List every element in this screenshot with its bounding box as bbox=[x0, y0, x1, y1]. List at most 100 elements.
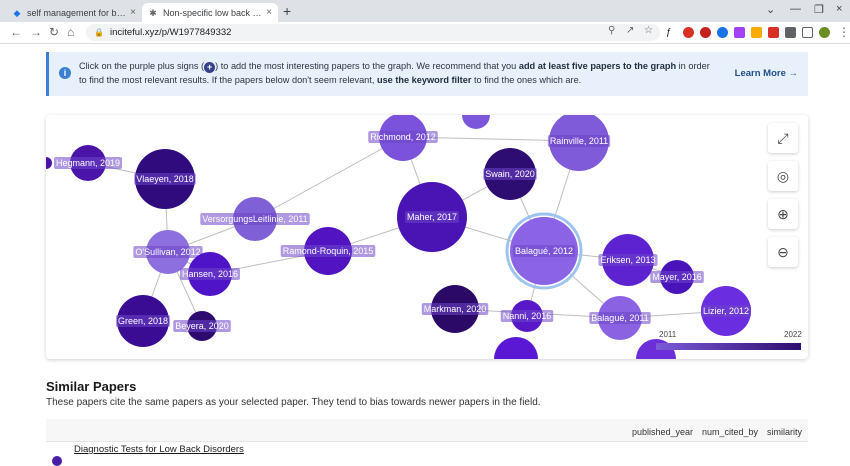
graph-node[interactable]: Vlaeyen, 2018 bbox=[134, 149, 196, 209]
graph-node[interactable] bbox=[46, 157, 52, 169]
graph-node[interactable]: Balagué, 2012 bbox=[505, 212, 583, 290]
banner-bold-text: add at least five papers to the graph bbox=[518, 61, 677, 71]
extensions-puzzle-icon[interactable] bbox=[785, 27, 796, 38]
tab-search-icon[interactable]: ⌄ bbox=[766, 3, 775, 16]
page-viewport: i Click on the purple plus signs (+) to … bbox=[0, 45, 850, 466]
url-text: inciteful.xyz/p/W1977849332 bbox=[109, 27, 232, 38]
graph-node-label: Ramond-Roquin, 2015 bbox=[283, 246, 374, 256]
table-row[interactable]: Diagnostic Tests for Low Back Disorders bbox=[46, 441, 808, 466]
fullscreen-icon[interactable]: ⤢ bbox=[768, 123, 798, 153]
close-tab-icon[interactable]: × bbox=[130, 7, 136, 18]
address-bar[interactable]: 🔒 inciteful.xyz/p/W1977849332 ⚲ ↗ ☆ bbox=[86, 24, 660, 41]
graph-node-label: Eriksen, 2013 bbox=[600, 255, 655, 265]
year-legend-bar bbox=[656, 343, 801, 350]
forward-icon[interactable]: → bbox=[30, 25, 42, 39]
graph-node-label: Green, 2018 bbox=[118, 316, 168, 326]
extension-purple-icon[interactable] bbox=[734, 27, 745, 38]
graph-node-label: Mayer, 2016 bbox=[652, 272, 702, 282]
info-banner: i Click on the purple plus signs (+) to … bbox=[46, 52, 808, 96]
graph-node-label: Vlaeyen, 2018 bbox=[136, 174, 194, 184]
similar-papers-title: Similar Papers bbox=[46, 379, 137, 394]
column-header-similarity[interactable]: similarity bbox=[767, 427, 802, 437]
banner-text-part: ) to add the most interesting papers to … bbox=[215, 61, 519, 71]
graph-node-label: Rainville, 2011 bbox=[550, 136, 608, 146]
side-panel-icon[interactable] bbox=[802, 27, 813, 38]
close-tab-icon[interactable]: × bbox=[266, 7, 272, 18]
graph-node[interactable]: Hegmann, 2019 bbox=[53, 145, 123, 181]
graph-node-label: VersorgungsLeitlinie, 2011 bbox=[202, 214, 307, 224]
graph-node-label: Hansen, 2016 bbox=[182, 269, 238, 279]
graph-node[interactable]: Rainville, 2011 bbox=[547, 115, 611, 171]
maximize-icon[interactable]: ❐ bbox=[814, 3, 824, 16]
graph-node[interactable]: Lizier, 2012 bbox=[700, 286, 752, 336]
graph-node[interactable]: Mayer, 2016 bbox=[650, 260, 704, 294]
graph-node-label: Beyera, 2020 bbox=[175, 321, 229, 331]
tab-self-management[interactable]: ◆ self management for back pain - × bbox=[6, 3, 142, 22]
graph-node[interactable]: Maher, 2017 bbox=[397, 182, 467, 252]
graph-node-label: Markman, 2020 bbox=[424, 304, 487, 314]
locate-icon[interactable]: ◎ bbox=[768, 161, 798, 191]
tab-non-specific-low-back-pain[interactable]: ✱ Non-specific low back pain | Incit × bbox=[142, 3, 278, 22]
extension-red-icon[interactable] bbox=[683, 27, 694, 38]
menu-icon[interactable]: ⋮ bbox=[838, 25, 850, 39]
reload-icon[interactable]: ↻ bbox=[49, 25, 59, 39]
banner-text-part: to find the ones which are. bbox=[471, 75, 582, 85]
home-icon[interactable]: ⌂ bbox=[67, 25, 74, 39]
column-header-num-cited-by[interactable]: num_cited_by bbox=[702, 427, 758, 437]
zoom-in-icon[interactable]: ⊕ bbox=[768, 199, 798, 229]
profile-avatar[interactable] bbox=[819, 27, 830, 38]
graph-node[interactable]: Ramond-Roquin, 2015 bbox=[280, 227, 376, 275]
similar-papers-description: These papers cite the same papers as you… bbox=[46, 397, 541, 408]
graph-node-label: Balagué, 2011 bbox=[591, 313, 648, 323]
banner-text: Click on the purple plus signs (+) to ad… bbox=[79, 59, 719, 87]
learn-more-link[interactable]: Learn More → bbox=[735, 68, 798, 79]
graph-node[interactable]: Nanni, 2016 bbox=[500, 300, 554, 332]
graph-node-label: Balagué, 2012 bbox=[515, 246, 573, 256]
extension-bolt-icon[interactable]: ƒ bbox=[666, 27, 677, 38]
graph-node-label: O'Sullivan, 2012 bbox=[135, 247, 200, 257]
column-header-published-year[interactable]: published_year bbox=[632, 427, 693, 437]
graph-node[interactable]: Green, 2018 bbox=[115, 295, 171, 347]
extension-m-icon[interactable] bbox=[768, 27, 779, 38]
graph-node[interactable]: Balagué, 2011 bbox=[589, 296, 651, 340]
graph-node[interactable]: Swain, 2020 bbox=[483, 148, 537, 200]
new-tab-icon[interactable]: + bbox=[283, 3, 291, 19]
diamond-icon: ◆ bbox=[13, 7, 21, 18]
graph-node-label: Maher, 2017 bbox=[407, 212, 457, 222]
network-icon: ✱ bbox=[149, 7, 157, 18]
tab-bar: ◆ self management for back pain - × ✱ No… bbox=[0, 0, 850, 22]
extension-blue-icon[interactable] bbox=[717, 27, 728, 38]
back-icon[interactable]: ← bbox=[10, 25, 22, 39]
similar-papers-table: published_year num_cited_by similarity D… bbox=[46, 419, 808, 466]
zoom-out-icon[interactable]: ⊖ bbox=[768, 237, 798, 267]
close-window-icon[interactable]: × bbox=[836, 3, 842, 15]
citation-graph[interactable]: Hegmann, 2019 Vlaeyen, 2018 Richmond, 2012… bbox=[46, 115, 808, 359]
graph-node[interactable] bbox=[494, 337, 538, 359]
browser-toolbar: ← → ↻ ⌂ 🔒 inciteful.xyz/p/W1977849332 ⚲ … bbox=[0, 22, 850, 44]
add-paper-icon[interactable] bbox=[52, 456, 62, 466]
tab-label: Non-specific low back pain | Incit bbox=[163, 7, 263, 18]
graph-node[interactable]: Beyera, 2020 bbox=[173, 311, 231, 341]
graph-node[interactable] bbox=[462, 115, 490, 129]
extension-folder-icon[interactable] bbox=[751, 27, 762, 38]
graph-node[interactable]: VersorgungsLeitlinie, 2011 bbox=[200, 197, 310, 241]
minimize-icon[interactable]: — bbox=[790, 3, 801, 15]
graph-node-label: Swain, 2020 bbox=[485, 169, 535, 179]
graph-node-label: Richmond, 2012 bbox=[370, 132, 436, 142]
search-icon[interactable]: ⚲ bbox=[608, 25, 615, 36]
star-icon[interactable]: ☆ bbox=[644, 25, 653, 36]
info-icon: i bbox=[59, 67, 71, 79]
share-icon[interactable]: ↗ bbox=[626, 25, 634, 36]
paper-title-link[interactable]: Diagnostic Tests for Low Back Disorders bbox=[74, 444, 244, 455]
graph-node-label: Hegmann, 2019 bbox=[56, 158, 120, 168]
graph-node[interactable]: Markman, 2020 bbox=[421, 285, 489, 333]
legend-max-year: 2022 bbox=[784, 330, 802, 339]
graph-node[interactable]: Richmond, 2012 bbox=[368, 115, 438, 161]
keyword-filter-link[interactable]: use the keyword filter bbox=[377, 75, 471, 85]
graph-canvas[interactable]: Hegmann, 2019 Vlaeyen, 2018 Richmond, 2012… bbox=[46, 115, 808, 359]
graph-node[interactable]: Eriksen, 2013 bbox=[598, 234, 658, 286]
banner-text-part: Click on the purple plus signs ( bbox=[79, 61, 205, 71]
graph-edge bbox=[254, 136, 404, 220]
extension-adblock-icon[interactable] bbox=[700, 27, 711, 38]
tab-label: self management for back pain - bbox=[27, 7, 127, 18]
